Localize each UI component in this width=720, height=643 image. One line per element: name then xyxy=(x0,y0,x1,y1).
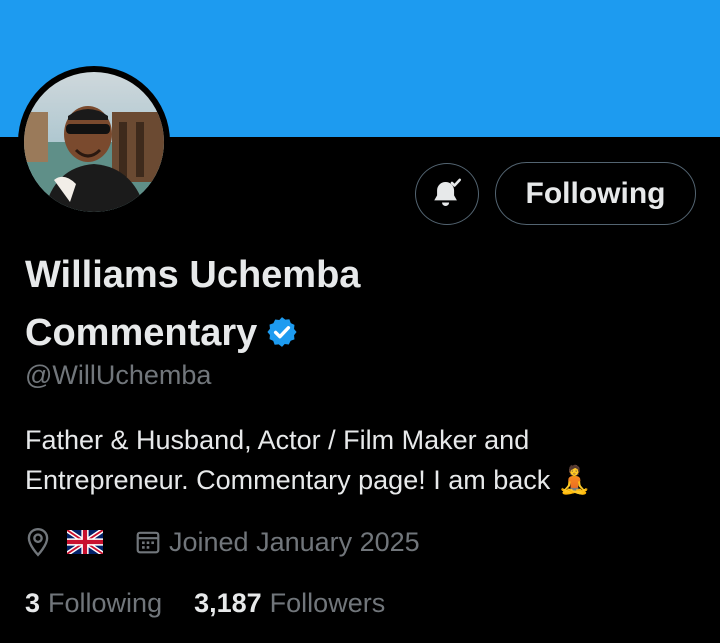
bio-line: Father & Husband, Actor / Film Maker and xyxy=(25,425,530,455)
followers-link[interactable]: 3,187 Followers xyxy=(194,588,385,619)
profile-stats: 3 Following 3,187 Followers xyxy=(25,588,385,619)
following-label: Following xyxy=(48,588,163,618)
profile-meta: Joined January 2025 xyxy=(25,524,420,560)
calendar-icon xyxy=(136,531,160,554)
display-name-line2: Commentary xyxy=(25,312,258,354)
bell-subscribed-icon xyxy=(434,178,462,207)
location-flag xyxy=(65,528,105,556)
uk-flag-icon xyxy=(65,528,105,556)
bio-line: Entrepreneur. Commentary page! I am back… xyxy=(25,465,592,495)
joined-date: Joined January 2025 xyxy=(169,526,420,557)
avatar[interactable] xyxy=(18,66,170,218)
following-button-label: Following xyxy=(525,176,666,210)
display-name: Williams Uchemba Commentary xyxy=(25,246,665,362)
map-pin-icon xyxy=(27,527,49,557)
verified-badge-icon[interactable] xyxy=(265,315,299,349)
followers-count: 3,187 xyxy=(194,588,262,618)
avatar-photo xyxy=(24,72,164,212)
notifications-bell-button[interactable] xyxy=(415,163,479,225)
followers-label: Followers xyxy=(269,588,386,618)
following-link[interactable]: 3 Following xyxy=(25,588,162,619)
following-count: 3 xyxy=(25,588,41,618)
following-button[interactable]: Following xyxy=(495,162,696,225)
profile-bio: Father & Husband, Actor / Film Maker and… xyxy=(25,420,705,500)
profile-handle: @WillUchemba xyxy=(25,360,212,390)
display-name-line1: Williams Uchemba xyxy=(25,254,361,296)
